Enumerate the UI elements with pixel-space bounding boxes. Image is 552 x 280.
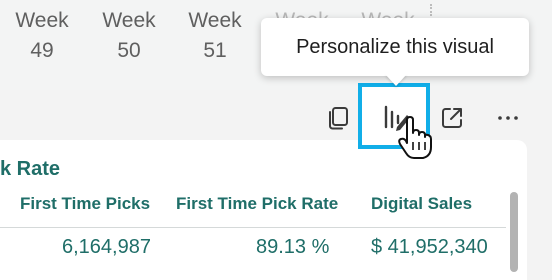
table-cell: $ 41,952,340 — [371, 236, 488, 258]
week-number: 51 — [203, 39, 227, 62]
table-cell: 6,164,987 — [62, 236, 151, 258]
personalize-tooltip: Personalize this visual — [261, 18, 529, 76]
hand-pointer-cursor-icon — [398, 116, 432, 159]
week-number: 49 — [30, 39, 54, 62]
column-header-first-time-pick-rate[interactable]: First Time Pick Rate — [176, 194, 338, 214]
more-options-button[interactable] — [490, 100, 526, 136]
week-label: Week — [102, 9, 156, 32]
more-options-icon — [498, 116, 518, 120]
tooltip-arrow — [385, 74, 407, 86]
column-header-first-time-picks[interactable]: First Time Picks — [20, 194, 150, 214]
focus-mode-button[interactable] — [434, 100, 470, 136]
vertical-scrollbar[interactable] — [510, 192, 518, 272]
week-label: Week — [15, 9, 69, 32]
column-divider — [430, 4, 434, 16]
week-number: 50 — [117, 39, 141, 62]
copy-icon — [329, 107, 348, 130]
header-divider — [0, 227, 506, 228]
tooltip-text: Personalize this visual — [296, 35, 494, 58]
focus-mode-icon — [442, 108, 462, 128]
column-header-digital-sales[interactable]: Digital Sales — [371, 194, 472, 214]
week-label: Week — [188, 9, 242, 32]
visual-header-toolbar — [318, 92, 552, 152]
week-header: Week 50 — [89, 6, 169, 66]
copy-button[interactable] — [320, 100, 356, 136]
table-cell: 89.13 % — [256, 236, 330, 258]
week-header: Week 51 — [175, 6, 255, 66]
visual-title: k Rate — [0, 158, 61, 180]
week-header: Week 49 — [2, 6, 82, 66]
